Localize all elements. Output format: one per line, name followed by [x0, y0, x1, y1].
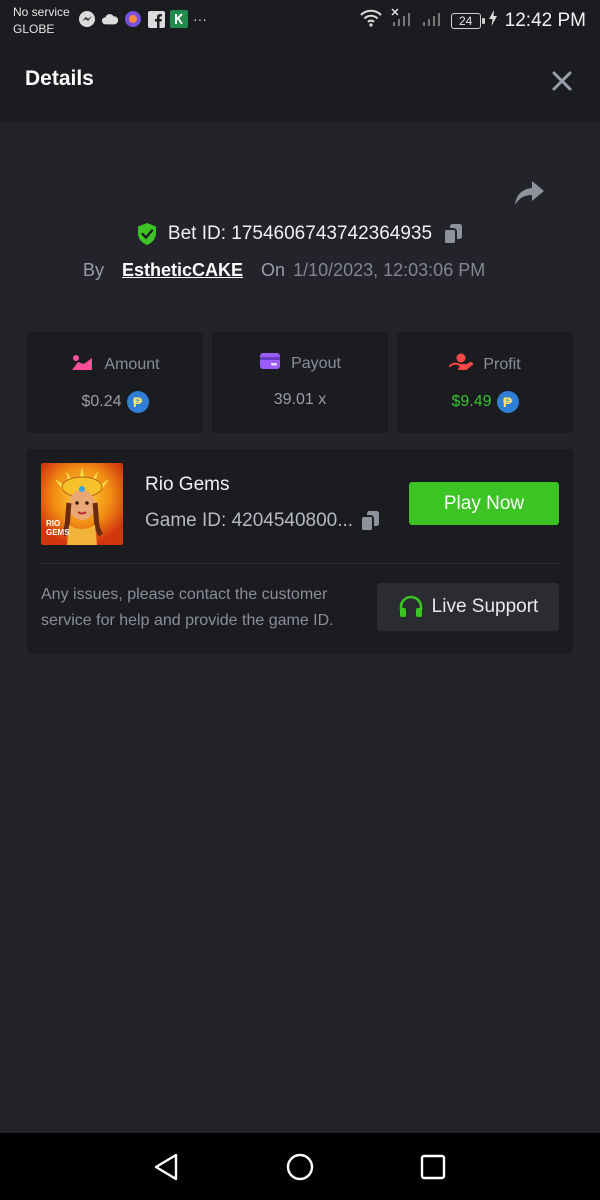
svg-text:GEMS: GEMS: [46, 528, 70, 537]
live-support-button[interactable]: Live Support: [377, 583, 559, 631]
back-triangle-icon: [154, 1153, 178, 1181]
payout-wallet-icon: [259, 352, 281, 375]
signal-icon: [421, 8, 443, 33]
charging-icon: [488, 10, 497, 31]
bet-id-text: Bet ID: 1754606743742364935: [168, 223, 432, 245]
payout-label: Payout: [291, 354, 341, 372]
signal-off-icon: [391, 8, 413, 33]
payout-card: Payout 39.01 x: [212, 332, 388, 433]
profit-value: $9.49: [451, 393, 492, 410]
navigation-bar: [0, 1133, 600, 1200]
cloud-icon: [101, 10, 119, 28]
amount-label: Amount: [104, 355, 160, 373]
peso-coin-icon: ₱: [126, 391, 149, 413]
back-button[interactable]: [151, 1151, 183, 1183]
carrier-name: GLOBE: [13, 22, 55, 36]
bet-datetime: 1/10/2023, 12:03:06 PM: [293, 259, 486, 280]
copy-icon: [443, 224, 463, 245]
headset-icon: [398, 594, 424, 620]
game-id-row: Game ID: 4204540800...: [145, 509, 381, 533]
game-thumb-title: RIO: [46, 519, 60, 528]
status-bar: No service GLOBE ··· 24 12:42 PM: [0, 0, 600, 40]
copy-bet-id-button[interactable]: [442, 222, 464, 246]
amount-icon: [70, 352, 94, 377]
profit-card: Profit $9.49 ₱: [397, 332, 573, 433]
facebook-icon: [147, 10, 165, 28]
notification-icons: ···: [78, 10, 207, 28]
bet-id-row: Bet ID: 1754606743742364935: [0, 220, 600, 248]
app-k-icon: [170, 10, 188, 28]
by-label: By: [83, 259, 105, 280]
carrier-info: No service GLOBE: [13, 4, 70, 38]
amount-card: Amount $0.24 ₱: [27, 332, 203, 433]
rio-gems-artwork: RIO GEMS: [41, 463, 123, 545]
copy-game-id-button[interactable]: [359, 509, 381, 533]
bet-id-value: 1754606743742364935: [231, 223, 433, 244]
support-message: Any issues, please contact the customer …: [41, 586, 334, 629]
share-button[interactable]: [512, 178, 546, 208]
home-circle-icon: [286, 1153, 314, 1181]
share-icon: [515, 181, 544, 205]
verified-shield-icon: [136, 222, 158, 246]
recents-square-icon: [420, 1154, 446, 1180]
play-now-button[interactable]: Play Now: [409, 482, 559, 525]
close-button[interactable]: [550, 69, 574, 93]
recents-button[interactable]: [417, 1151, 449, 1183]
amount-value: $0.24: [81, 393, 122, 410]
page-title: Details: [25, 67, 94, 90]
profit-hand-icon: [449, 352, 474, 377]
copy-icon: [360, 511, 380, 532]
payout-value: 39.01 x: [273, 391, 327, 408]
peso-coin-icon: ₱: [496, 391, 519, 413]
live-support-label: Live Support: [431, 596, 539, 617]
app-badge-icon: [124, 10, 142, 28]
on-label: On: [261, 259, 286, 280]
clock: 12:42 PM: [504, 9, 586, 31]
wifi-icon: [359, 8, 383, 33]
profit-label: Profit: [483, 355, 521, 373]
home-button[interactable]: [284, 1151, 316, 1183]
system-status: 24 12:42 PM: [359, 8, 586, 33]
bet-stats: Amount $0.24 ₱ Payout 39.01 x Profit $9.…: [27, 332, 573, 433]
bet-id-label: Bet ID:: [167, 223, 226, 244]
battery-icon: 24: [450, 12, 485, 29]
username-link[interactable]: EstheticCAKE: [122, 260, 243, 281]
messenger-icon: [78, 10, 96, 28]
more-notifications: ···: [193, 11, 207, 27]
close-icon: [552, 71, 572, 91]
game-card: RIO GEMS Rio Gems Game ID: 4204540800...…: [27, 449, 573, 654]
game-id: Game ID: 4204540800...: [145, 510, 354, 531]
bet-owner-row: By EstheticCAKE On 1/10/2023, 12:03:06 P…: [83, 257, 485, 283]
game-thumbnail[interactable]: RIO GEMS: [41, 463, 123, 545]
game-name: Rio Gems: [145, 474, 230, 495]
divider: [41, 563, 559, 564]
details-header: Details: [0, 40, 600, 122]
carrier-status: No service: [13, 5, 70, 19]
